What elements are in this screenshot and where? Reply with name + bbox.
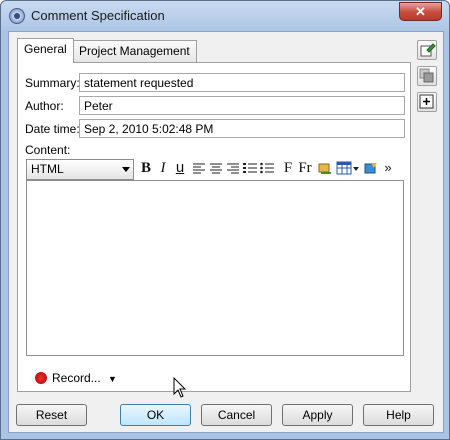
more-tools-button[interactable]: » bbox=[380, 158, 396, 178]
insert-image-icon[interactable] bbox=[363, 158, 379, 178]
content-editor[interactable] bbox=[26, 180, 404, 356]
author-label: Author: bbox=[25, 99, 64, 113]
reset-button[interactable]: Reset bbox=[16, 404, 87, 426]
font-size-button[interactable]: Fr bbox=[296, 158, 314, 178]
ok-button[interactable]: OK bbox=[120, 404, 191, 426]
align-center-icon[interactable] bbox=[208, 158, 224, 178]
highlight-icon[interactable] bbox=[317, 158, 333, 178]
record-icon bbox=[35, 372, 47, 384]
datetime-field[interactable]: Sep 2, 2010 5:02:48 PM bbox=[79, 119, 405, 138]
table-dropdown-icon[interactable] bbox=[352, 158, 360, 178]
numbered-list-icon[interactable] bbox=[242, 158, 258, 178]
dialog-body: General Project Management Summary: stat… bbox=[8, 31, 444, 433]
record-label: Record... bbox=[52, 371, 101, 385]
datetime-label: Date time: bbox=[25, 122, 80, 136]
underline-button[interactable]: u bbox=[172, 158, 188, 178]
align-right-icon[interactable] bbox=[225, 158, 241, 178]
add-with-pen-button[interactable] bbox=[417, 40, 437, 60]
font-button[interactable]: F bbox=[280, 158, 296, 178]
dialog-window: Comment Specification ✕ General Project … bbox=[0, 0, 450, 440]
app-icon bbox=[9, 8, 25, 24]
tab-project-management[interactable]: Project Management bbox=[72, 40, 197, 62]
copy-icon bbox=[419, 68, 434, 83]
insert-table-icon[interactable] bbox=[336, 158, 352, 178]
chevron-down-icon bbox=[122, 167, 130, 172]
italic-button[interactable]: I bbox=[155, 158, 171, 178]
record-dropdown-icon: ▼ bbox=[108, 374, 117, 384]
record-button[interactable]: Record... ▼ bbox=[35, 370, 117, 386]
copy-button[interactable] bbox=[417, 66, 437, 86]
summary-field[interactable]: statement requested bbox=[79, 73, 405, 92]
pen-icon bbox=[420, 43, 436, 57]
window-title: Comment Specification bbox=[31, 8, 165, 23]
bold-button[interactable]: B bbox=[138, 158, 154, 178]
format-select[interactable]: HTML bbox=[26, 159, 134, 180]
apply-button[interactable]: Apply bbox=[282, 404, 353, 426]
summary-label: Summary: bbox=[25, 76, 80, 90]
align-left-icon[interactable] bbox=[191, 158, 207, 178]
title-bar[interactable]: Comment Specification ✕ bbox=[1, 1, 449, 31]
help-button[interactable]: Help bbox=[363, 404, 434, 426]
content-label: Content: bbox=[25, 143, 71, 157]
add-button[interactable] bbox=[417, 92, 437, 112]
plus-icon bbox=[419, 94, 434, 109]
bullet-list-icon[interactable] bbox=[259, 158, 275, 178]
tab-general[interactable]: General bbox=[17, 38, 74, 63]
author-field[interactable]: Peter bbox=[79, 96, 405, 115]
cancel-button[interactable]: Cancel bbox=[201, 404, 272, 426]
mouse-cursor-icon bbox=[173, 377, 187, 398]
close-button[interactable]: ✕ bbox=[399, 2, 442, 21]
format-select-value: HTML bbox=[31, 162, 64, 176]
